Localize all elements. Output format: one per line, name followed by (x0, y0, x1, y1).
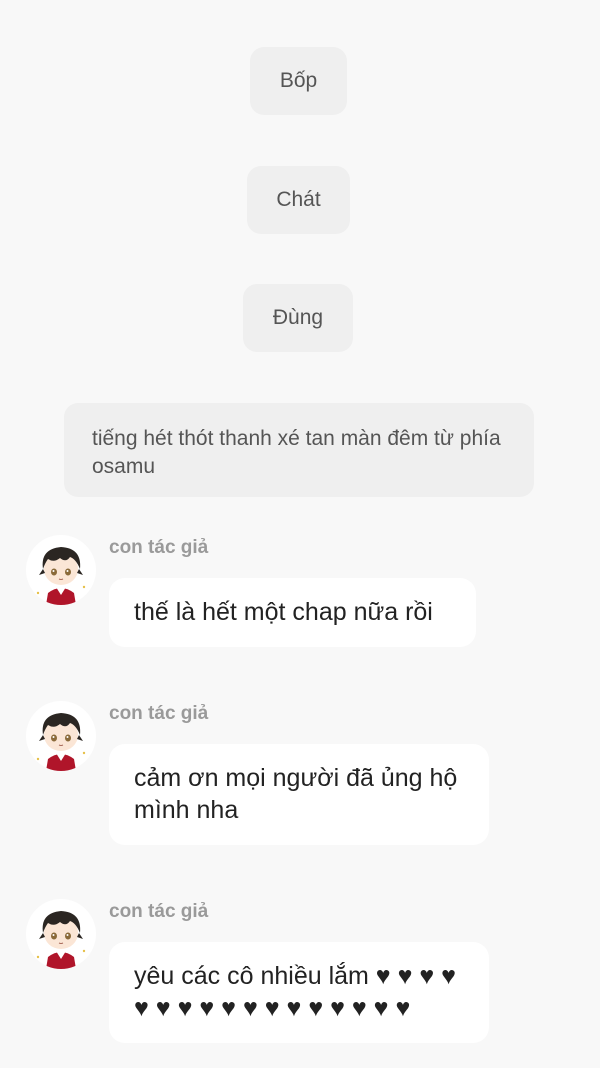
chat-bubble: cảm ơn mọi người đã ủng hộ mình nha (109, 744, 489, 845)
chibi-avatar-svg (36, 713, 86, 771)
chibi-avatar-svg (36, 911, 86, 969)
chat-bubble: thế là hết một chap nữa rồi (109, 578, 476, 647)
narration-message: tiếng hét thót thanh xé tan màn đêm từ p… (64, 403, 534, 497)
author-avatar-icon[interactable] (26, 535, 96, 605)
system-message-dung: Đùng (243, 284, 353, 352)
author-avatar-icon[interactable] (26, 899, 96, 969)
system-message-chat: Chát (247, 166, 350, 234)
author-name: con tác giả (109, 703, 209, 724)
author-name: con tác giả (109, 537, 209, 558)
chat-bubble: yêu các cô nhiều lắm ♥ ♥ ♥ ♥ ♥ ♥ ♥ ♥ ♥ ♥… (109, 942, 489, 1043)
author-avatar-icon[interactable] (26, 701, 96, 771)
chat-screen: Bốp Chát Đùng tiếng hét thót thanh xé ta… (0, 0, 600, 1068)
author-name: con tác giả (109, 901, 209, 922)
system-message-bop: Bốp (250, 47, 347, 115)
chibi-avatar-svg (36, 547, 86, 605)
